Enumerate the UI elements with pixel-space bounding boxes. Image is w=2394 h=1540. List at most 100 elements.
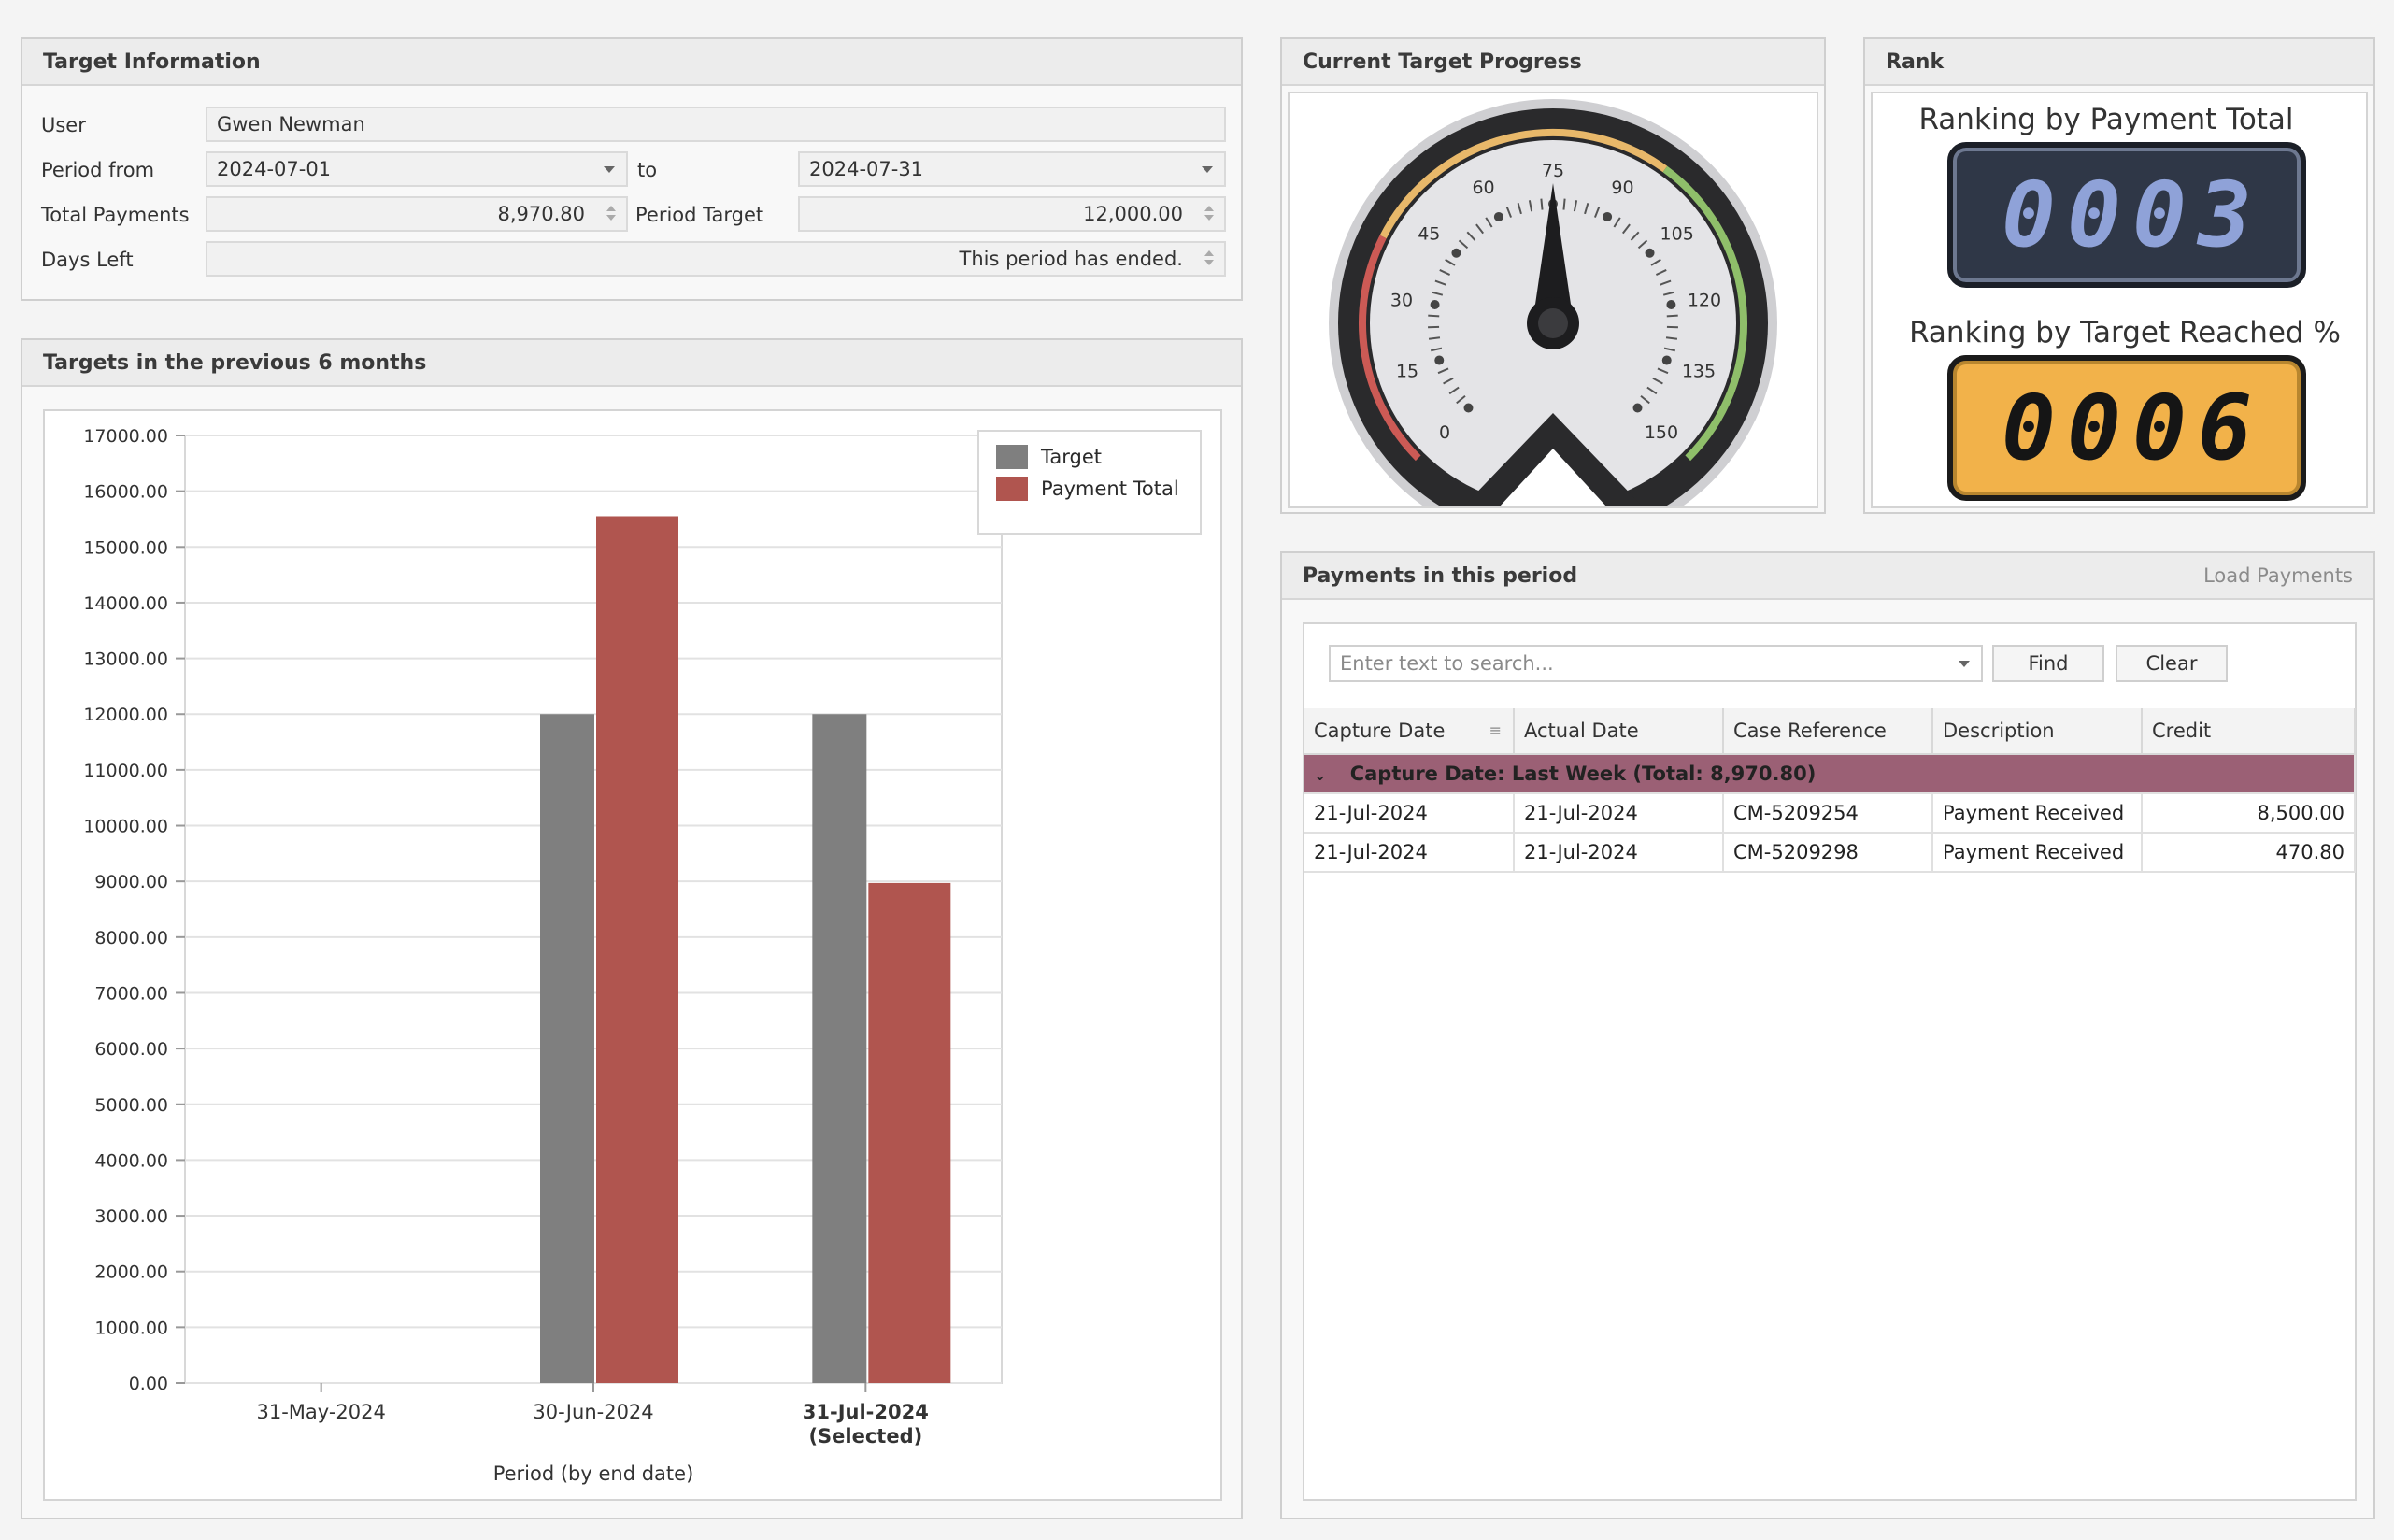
period-target-spinner[interactable]: 12,000.00 — [798, 196, 1226, 232]
search-placeholder: Enter text to search... — [1340, 652, 1554, 675]
x-tick-label: 30-Jun-2024 — [533, 1401, 653, 1423]
column-label: Actual Date — [1524, 720, 1639, 742]
cell-case-reference[interactable]: CM-5209298 — [1723, 833, 1933, 873]
table-header-row: Capture Date ≡ Actual Date Case Referenc… — [1304, 708, 2356, 755]
table-row[interactable]: 21-Jul-2024 21-Jul-2024 CM-5209298 Payme… — [1304, 833, 2356, 873]
gauge-label: 75 — [1542, 161, 1564, 181]
counter-digit: 0 — [2002, 376, 2056, 480]
column-header-credit[interactable]: Credit — [2142, 708, 2356, 755]
counter-digit: 0 — [2132, 163, 2187, 267]
cell-credit[interactable]: 470.80 — [2142, 833, 2356, 873]
cell-description[interactable]: Payment Received — [1932, 793, 2143, 834]
rank-frame: Ranking by Payment Total 0003 Ranking by… — [1871, 92, 2368, 508]
column-header-description[interactable]: Description — [1932, 708, 2143, 755]
target-rank-caption: Ranking by Target Reached % — [1909, 316, 2341, 349]
rank-title: Rank — [1886, 50, 1945, 74]
period-from-value: 2024-07-01 — [217, 158, 332, 180]
find-button[interactable]: Find — [1992, 645, 2104, 682]
bar-payment-total[interactable] — [596, 516, 678, 1383]
payments-panel: Payments in this period Load Payments En… — [1280, 551, 2375, 1519]
bar-chart[interactable]: 0.00 1000.00 2000.00 3000.00 4000.00 5000.00 6… — [45, 411, 1220, 1499]
chevron-down-icon[interactable]: ⌄ — [1314, 766, 1326, 784]
gauge-minor-tick — [1540, 198, 1544, 210]
chart-legend: Target Payment Total — [977, 430, 1202, 535]
spin-buttons-icon[interactable] — [1204, 249, 1215, 273]
payments-table: Capture Date ≡ Actual Date Case Referenc… — [1304, 708, 2356, 873]
cell-capture-date[interactable]: 21-Jul-2024 — [1304, 833, 1515, 873]
sort-icon[interactable]: ≡ — [1489, 721, 1502, 739]
y-tick-label: 11000.00 — [83, 761, 168, 781]
payment-rank-counter: 0003 — [1947, 142, 2306, 288]
cell-description[interactable]: Payment Received — [1932, 833, 2143, 873]
legend-label-payment-total: Payment Total — [1041, 478, 1179, 500]
gauge-label: 45 — [1418, 224, 1440, 245]
gauge-major-tick — [1451, 248, 1461, 258]
payment-rank-caption: Ranking by Payment Total — [1918, 103, 2294, 136]
gauge-major-tick — [1632, 403, 1643, 413]
gauge-major-tick — [1603, 211, 1613, 221]
cell-capture-date[interactable]: 21-Jul-2024 — [1304, 793, 1515, 834]
table-row[interactable]: 21-Jul-2024 21-Jul-2024 CM-5209254 Payme… — [1304, 793, 2356, 834]
user-label: User — [41, 114, 86, 136]
gauge-label: 30 — [1390, 290, 1413, 310]
period-to-date-picker[interactable]: 2024-07-31 — [798, 151, 1226, 187]
cell-case-reference[interactable]: CM-5209254 — [1723, 793, 1933, 834]
chart-frame: 0.00 1000.00 2000.00 3000.00 4000.00 5000.00 6… — [43, 409, 1222, 1501]
y-tick-label: 7000.00 — [94, 983, 168, 1004]
cell-actual-date[interactable]: 21-Jul-2024 — [1514, 793, 1724, 834]
period-to-value: 2024-07-31 — [809, 158, 924, 180]
chevron-down-icon[interactable] — [1202, 166, 1213, 173]
payments-title: Payments in this period — [1303, 563, 1578, 588]
y-tick-label: 13000.00 — [83, 649, 168, 670]
column-header-case-reference[interactable]: Case Reference — [1723, 708, 1933, 755]
x-axis-title: Period (by end date) — [493, 1462, 694, 1485]
spin-buttons-icon[interactable] — [606, 204, 617, 228]
clear-button[interactable]: Clear — [2116, 645, 2228, 682]
panel-title: Payments in this period Load Payments — [1282, 553, 2373, 600]
gauge-minor-tick — [1428, 314, 1440, 318]
bar-target[interactable] — [812, 714, 867, 1383]
group-row-cell[interactable]: ⌄ Capture Date: Last Week (Total: 8,970.… — [1304, 754, 2356, 794]
gauge-major-tick — [1666, 299, 1676, 309]
column-header-actual-date[interactable]: Actual Date — [1514, 708, 1724, 755]
search-input[interactable]: Enter text to search... — [1329, 645, 1983, 682]
legend-label-target: Target — [1041, 446, 1102, 468]
target-information-panel: Target Information User Gwen Newman Peri… — [21, 37, 1243, 301]
column-label: Capture Date — [1314, 720, 1446, 742]
to-label: to — [637, 159, 658, 181]
target-information-title: Target Information — [43, 50, 261, 74]
clear-label: Clear — [2145, 652, 2198, 675]
chevron-down-icon[interactable] — [604, 166, 615, 173]
total-payments-spinner[interactable]: 8,970.80 — [206, 196, 628, 232]
y-tick-label: 16000.00 — [83, 482, 168, 503]
period-from-date-picker[interactable]: 2024-07-01 — [206, 151, 628, 187]
column-header-capture-date[interactable]: Capture Date ≡ — [1304, 708, 1515, 755]
chevron-down-icon[interactable] — [1959, 661, 1970, 667]
gauge-frame: 0 15 30 45 60 75 90 105 120 135 150 — [1288, 92, 1818, 548]
load-payments-link[interactable]: Load Payments — [2203, 564, 2353, 587]
payments-grid: Enter text to search... Find Clear Captu… — [1303, 622, 2357, 1501]
gauge-major-tick — [1645, 248, 1655, 258]
spin-buttons-icon[interactable] — [1204, 204, 1215, 228]
y-tick-label: 14000.00 — [83, 593, 168, 614]
cell-credit[interactable]: 8,500.00 — [2142, 793, 2356, 834]
y-tick-label: 4000.00 — [94, 1150, 168, 1171]
y-tick-label: 17000.00 — [83, 426, 168, 447]
bar-target[interactable] — [540, 714, 594, 1383]
gauge-minor-tick — [1666, 314, 1678, 318]
cell-actual-date[interactable]: 21-Jul-2024 — [1514, 833, 1724, 873]
target-progress-panel: Current Target Progress 0 15 30 45 60 75 90 105… — [1280, 37, 1826, 548]
bar-payment-total[interactable] — [868, 882, 951, 1383]
days-left-label: Days Left — [41, 249, 134, 271]
period-target-label: Period Target — [635, 204, 764, 226]
group-row[interactable]: ⌄ Capture Date: Last Week (Total: 8,970.… — [1304, 754, 2356, 794]
period-target-value: 12,000.00 — [1083, 203, 1183, 225]
user-field[interactable]: Gwen Newman — [206, 107, 1226, 142]
legend-swatch-target — [996, 445, 1028, 469]
days-left-field[interactable]: This period has ended. — [206, 241, 1226, 277]
target-progress-title: Current Target Progress — [1303, 50, 1582, 74]
gauge-major-tick — [1434, 355, 1445, 365]
days-left-value: This period has ended. — [959, 248, 1183, 270]
y-tick-label: 6000.00 — [94, 1039, 168, 1060]
panel-title: Target Information — [22, 39, 1241, 86]
